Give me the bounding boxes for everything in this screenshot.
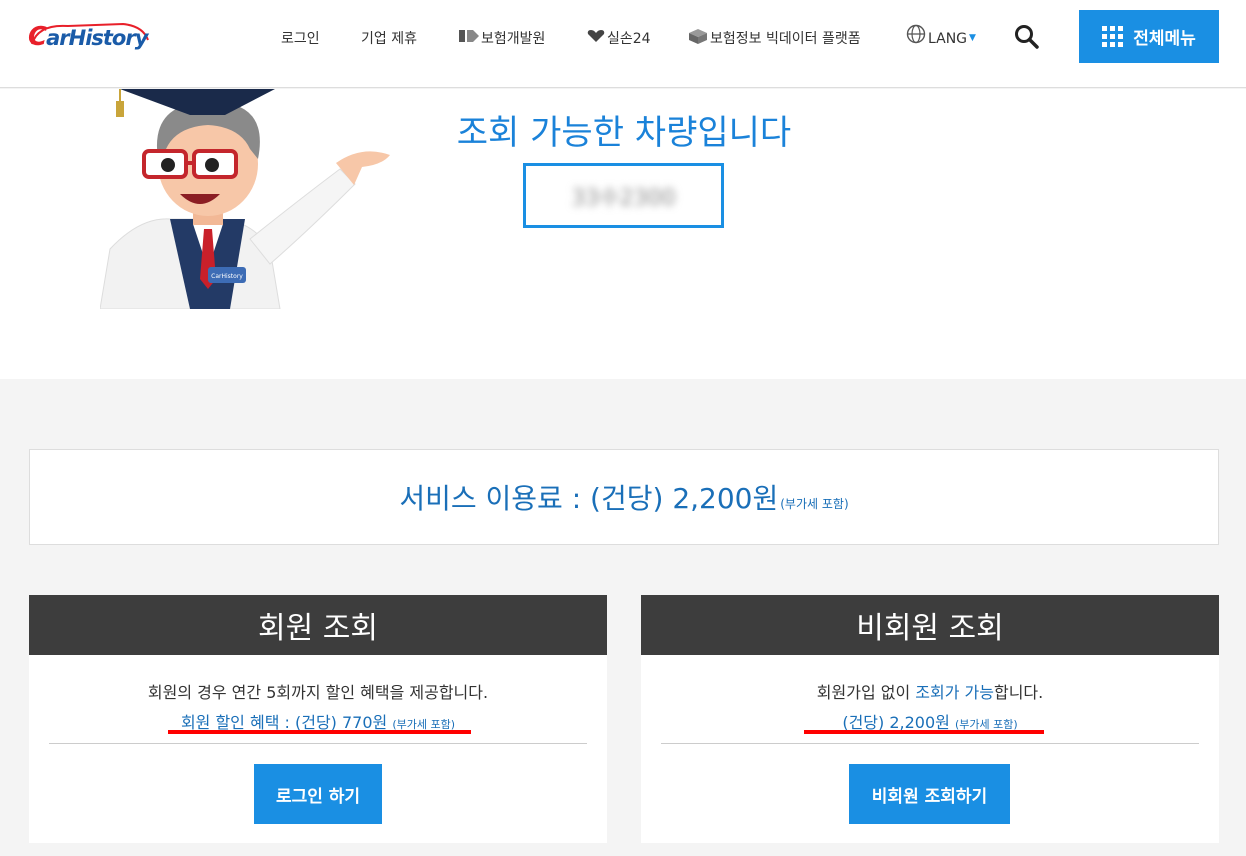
service-fee-box: 서비스 이용료 : (건당) 2,200원 (부가세 포함) — [29, 449, 1219, 545]
all-menu-label: 전체메뉴 — [1133, 29, 1196, 49]
grid-icon — [1102, 26, 1124, 47]
license-plate-text: 33수2300 — [571, 185, 676, 211]
guest-desc-prefix: 회원가입 없이 — [816, 683, 916, 702]
guest-lookup-title: 비회원 조회 — [641, 595, 1219, 655]
logo[interactable]: CarHistory — [28, 18, 150, 58]
nav-silson-label: 실손24 — [607, 31, 651, 47]
nav-lang-label: LANG — [928, 31, 968, 47]
all-menu-button[interactable]: 전체메뉴 — [1079, 10, 1219, 63]
search-icon[interactable] — [1014, 24, 1040, 50]
license-plate-box: 33수2300 — [523, 163, 724, 228]
guest-desc-suffix: 합니다. — [993, 683, 1044, 702]
logo-text: CarHistory — [28, 22, 148, 52]
member-lookup-title: 회원 조회 — [29, 595, 607, 655]
service-fee-vat-note: (부가세 포함) — [780, 496, 849, 511]
member-lookup-card: 회원 조회 회원의 경우 연간 5회까지 할인 혜택을 제공합니다. 회원 할인… — [29, 595, 607, 843]
nav-insurance-dev[interactable]: 보험개발원 — [459, 28, 545, 48]
login-button[interactable]: 로그인 하기 — [254, 764, 382, 824]
kidi-icon — [459, 29, 479, 47]
nav-bigdata-label: 보험정보 빅데이터 플랫폼 — [710, 31, 861, 47]
hero-title: 조회 가능한 차량입니다 — [456, 113, 792, 153]
nav-insurance-dev-label: 보험개발원 — [481, 31, 546, 47]
nav-silson[interactable]: 실손24 — [587, 28, 651, 48]
nav-login[interactable]: 로그인 — [281, 28, 320, 48]
header: CarHistory 로그인 기업 제휴 보험개발원 실손24 보험정보 빅데이… — [0, 0, 1246, 88]
globe-icon — [906, 24, 926, 48]
hero-section: CarHistory 조회 가능한 차량입니다 33수2300 — [0, 89, 1246, 379]
guest-price-underline — [804, 730, 1044, 734]
nav-lang[interactable]: LANG ▼ — [906, 24, 976, 48]
divider — [661, 743, 1199, 744]
divider — [49, 743, 587, 744]
member-price-underline — [168, 730, 471, 734]
guest-lookup-button[interactable]: 비회원 조회하기 — [849, 764, 1010, 824]
guest-lookup-card: 비회원 조회 회원가입 없이 조회가 가능합니다. (건당) 2,200원 (부… — [641, 595, 1219, 843]
member-lookup-desc: 회원의 경우 연간 5회까지 할인 혜택을 제공합니다. — [147, 683, 489, 702]
service-fee-text: 서비스 이용료 : (건당) 2,200원 — [399, 482, 779, 515]
guest-lookup-desc: 회원가입 없이 조회가 가능합니다. — [641, 679, 1219, 703]
heart-icon — [587, 29, 605, 47]
guest-desc-highlight: 조회가 가능 — [915, 683, 994, 702]
caret-down-icon: ▼ — [969, 33, 976, 43]
nav-bigdata[interactable]: 보험정보 빅데이터 플랫폼 — [688, 28, 861, 48]
cube-icon — [688, 28, 708, 48]
svg-text:CarHistory: CarHistory — [211, 273, 243, 280]
nav-partner[interactable]: 기업 제휴 — [361, 28, 417, 48]
